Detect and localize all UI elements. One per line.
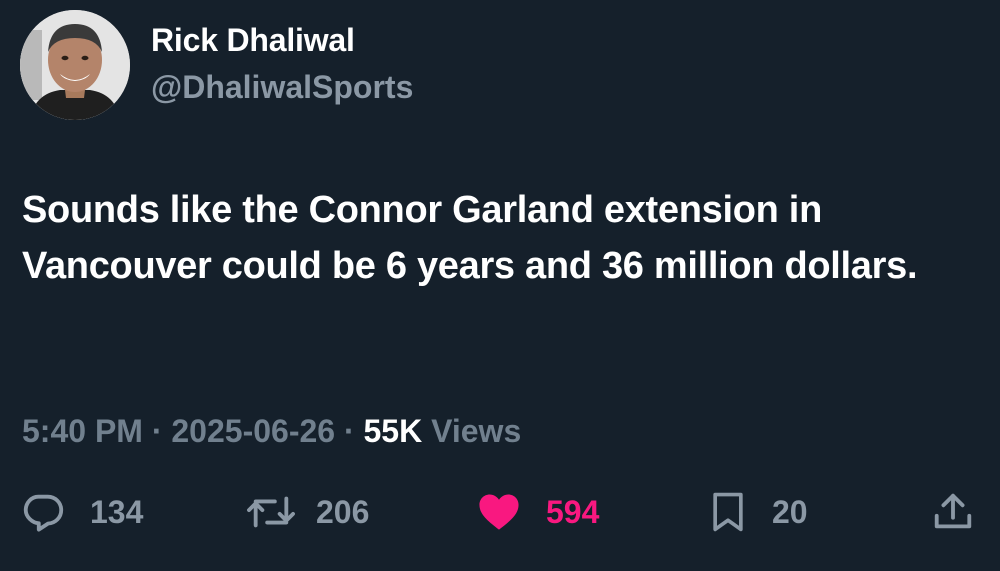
- tweet-date[interactable]: 2025-06-26: [171, 413, 335, 449]
- author-name[interactable]: Rick Dhaliwal: [151, 20, 355, 60]
- views-label: Views: [431, 413, 522, 449]
- tweet-meta: 5:40 PM · 2025-06-26 · 55K Views: [22, 410, 521, 452]
- retweet-button[interactable]: 206: [246, 484, 369, 540]
- reply-button[interactable]: 134: [20, 484, 143, 540]
- reply-icon: [20, 489, 66, 535]
- tweet-text: Sounds like the Connor Garland extension…: [22, 189, 918, 287]
- like-button[interactable]: 594: [476, 484, 599, 540]
- meta-separator: ·: [343, 413, 355, 449]
- retweet-icon: [246, 489, 296, 535]
- share-icon: [930, 489, 976, 535]
- action-bar: 134 206 594 20: [0, 484, 1000, 540]
- profile-photo-icon: [20, 10, 130, 120]
- bookmark-button[interactable]: 20: [706, 484, 808, 540]
- reply-count: 134: [90, 493, 144, 530]
- tweet-card: Rick Dhaliwal @DhaliwalSports Sounds lik…: [0, 0, 1000, 571]
- retweet-count: 206: [316, 493, 370, 530]
- views-count: 55K: [363, 413, 423, 449]
- share-button[interactable]: [930, 484, 976, 540]
- like-count: 594: [546, 493, 600, 530]
- bookmark-count: 20: [772, 493, 808, 530]
- author-avatar[interactable]: [20, 10, 130, 120]
- tweet-time[interactable]: 5:40 PM: [22, 413, 143, 449]
- author-handle[interactable]: @DhaliwalSports: [151, 67, 413, 107]
- heart-icon: [476, 489, 522, 535]
- bookmark-icon: [706, 489, 750, 535]
- meta-separator: ·: [151, 413, 163, 449]
